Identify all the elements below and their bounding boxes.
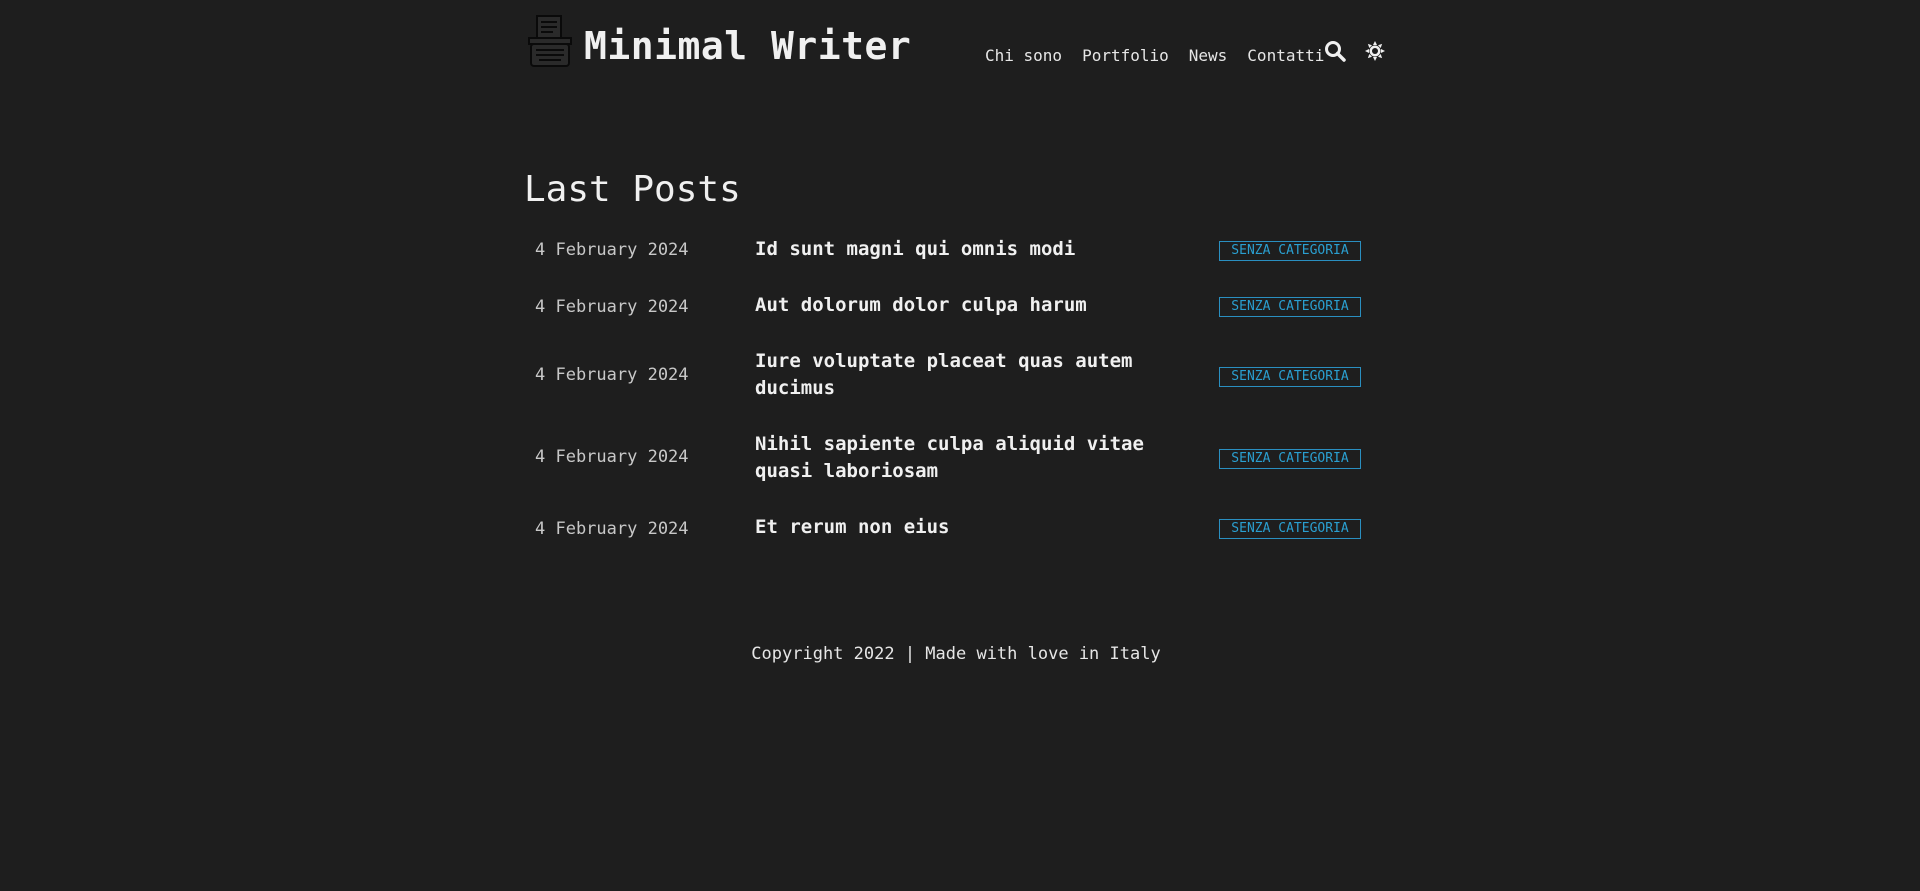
section-title: Last Posts [524, 169, 741, 210]
category-badge[interactable]: SENZA CATEGORIA [1219, 449, 1361, 469]
site-title[interactable]: Minimal Writer [584, 22, 911, 70]
site-footer: Copyright 2022 | Made with love in Italy [751, 644, 1161, 664]
nav-item-chi-sono[interactable]: Chi sono [985, 44, 1062, 68]
post-title-link[interactable]: Iure voluptate placeat quas autem ducimu… [755, 348, 1175, 402]
nav-item-contatti[interactable]: Contatti [1247, 44, 1324, 68]
site-header: Minimal Writer Chi sono Portfolio News C… [524, 0, 1388, 90]
nav-item-news[interactable]: News [1189, 44, 1228, 68]
category-badge[interactable]: SENZA CATEGORIA [1219, 519, 1361, 539]
category-badge[interactable]: SENZA CATEGORIA [1219, 297, 1361, 317]
nav-item-portfolio[interactable]: Portfolio [1082, 44, 1169, 68]
main-nav: Chi sono Portfolio News Contatti [985, 44, 1324, 68]
post-date: 4 February 2024 [535, 240, 689, 260]
post-date: 4 February 2024 [535, 297, 689, 317]
category-badge[interactable]: SENZA CATEGORIA [1219, 367, 1361, 387]
sun-icon[interactable] [1365, 41, 1385, 61]
post-title-link[interactable]: Aut dolorum dolor culpa harum [755, 292, 1175, 319]
post-title-link[interactable]: Et rerum non eius [755, 514, 1175, 541]
typewriter-icon[interactable] [527, 14, 573, 68]
post-date: 4 February 2024 [535, 519, 689, 539]
post-title-link[interactable]: Id sunt magni qui omnis modi [755, 236, 1175, 263]
post-date: 4 February 2024 [535, 447, 689, 467]
post-title-link[interactable]: Nihil sapiente culpa aliquid vitae quasi… [755, 431, 1175, 485]
post-date: 4 February 2024 [535, 365, 689, 385]
category-badge[interactable]: SENZA CATEGORIA [1219, 241, 1361, 261]
search-icon[interactable] [1324, 40, 1346, 62]
